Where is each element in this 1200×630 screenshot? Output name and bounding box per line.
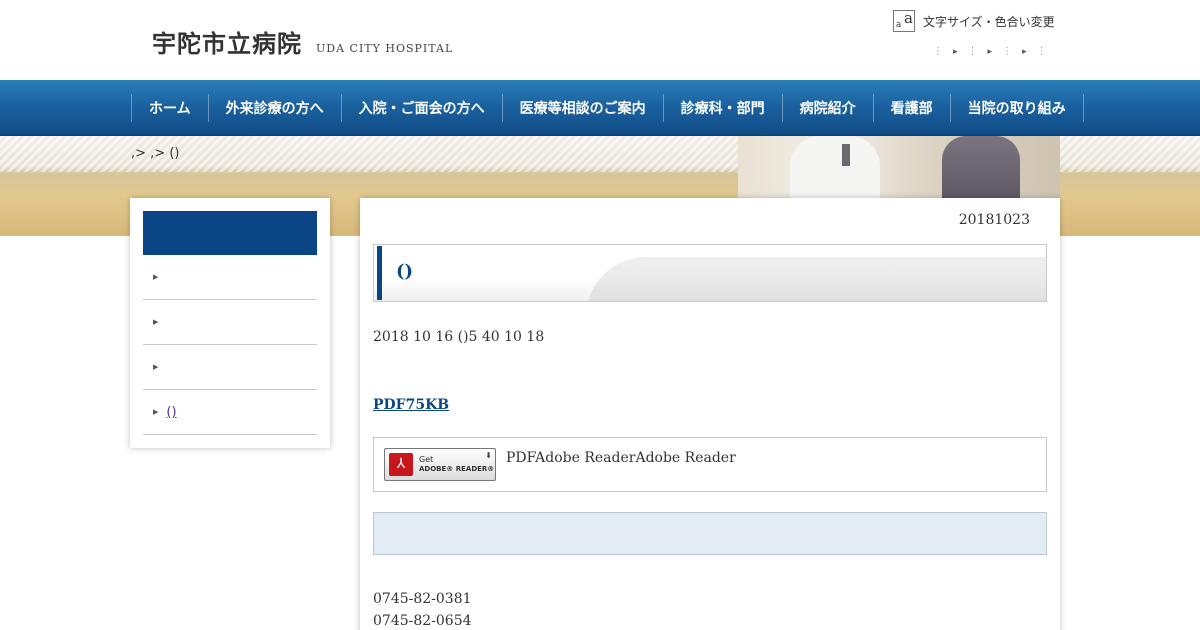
pdf-link[interactable]: PDF75KB (373, 397, 473, 413)
site-logo[interactable]: 宇陀市立病院 UDA CITY HOSPITAL (152, 24, 453, 59)
font-size-icon: aa (893, 9, 915, 32)
body-text: 2018 10 16 ()5 40 10 18 (373, 329, 545, 345)
info-box (373, 512, 1047, 555)
fax-number: 0745-82-0654 (373, 613, 472, 629)
divider: ⋮ (1036, 46, 1047, 57)
sidebar-item-3[interactable]: ▶ (143, 345, 317, 390)
global-nav: ホーム 外来診療の方へ 入院・ご面会の方へ 医療等相談のご案内 診療科・部門 病… (0, 80, 1200, 136)
sidebar-item-label[interactable]: () (166, 405, 188, 420)
sidebar-list: ▶ ▶ ▶ ▶ () (143, 255, 317, 435)
main-content: 20181023 () 2018 10 16 ()5 40 10 18 PDF7… (360, 198, 1060, 630)
divider: ⋮ (1002, 46, 1013, 57)
doctor-figure (790, 136, 880, 198)
title-accent-bar (377, 246, 382, 300)
nav-item-about[interactable]: 病院紹介 (781, 94, 873, 122)
sidebar-item-2[interactable]: ▶ (143, 300, 317, 345)
contact-numbers: 0745-82-0381 0745-82-0654 (373, 588, 472, 630)
arrow-right-icon: ▶ (153, 363, 159, 371)
get-adobe-reader-button[interactable]: ⅄ Get ADOBE® READER® ⬇ (384, 448, 496, 481)
nav-item-nursing[interactable]: 看護部 (872, 94, 950, 122)
logo-japanese: 宇陀市立病院 (152, 29, 302, 58)
page-title-box: () (373, 244, 1047, 302)
doctor-tie (842, 144, 850, 166)
adobe-pdf-icon: ⅄ (389, 453, 413, 476)
adobe-get-label: Get (419, 455, 434, 464)
post-date: 20181023 (958, 212, 1030, 228)
phone-number: 0745-82-0381 (373, 591, 472, 607)
nav-item-home[interactable]: ホーム (131, 94, 208, 122)
page-title: () (396, 261, 414, 282)
site-header: 宇陀市立病院 UDA CITY HOSPITAL aa 文字サイズ・色合い変更 … (0, 0, 1200, 80)
nav-item-outpatient[interactable]: 外来診療の方へ (207, 94, 341, 122)
adobe-reader-box: ⅄ Get ADOBE® READER® ⬇ PDFAdobe ReaderAd… (373, 437, 1047, 492)
sidebar-item-1[interactable]: ▶ (143, 255, 317, 300)
adobe-reader-text: PDFAdobe ReaderAdobe Reader (506, 450, 736, 466)
breadcrumb[interactable]: ,> ,> () (131, 146, 179, 161)
global-nav-list: ホーム 外来診療の方へ 入院・ご面会の方へ 医療等相談のご案内 診療科・部門 病… (131, 94, 1084, 122)
title-decoration (586, 257, 1046, 301)
nav-item-inpatient[interactable]: 入院・ご面会の方へ (340, 94, 502, 122)
arrow-right-icon: ▶ (153, 408, 159, 416)
sidebar-item-current[interactable]: ▶ () (143, 390, 317, 435)
nav-item-consultation[interactable]: 医療等相談のご案内 (501, 94, 663, 122)
arrow-right-icon: ▶ (153, 273, 159, 281)
utility-links: ⋮ ▸ ⋮ ▸ ⋮ ▸ ⋮ (933, 46, 1047, 57)
sidebar: ▶ ▶ ▶ ▶ () (130, 198, 330, 448)
font-size-label: 文字サイズ・色合い変更 (923, 14, 1055, 29)
utility-link-2[interactable]: ▸ (988, 47, 993, 57)
utility-link-3[interactable]: ▸ (1022, 47, 1027, 57)
font-size-color-link[interactable]: aa 文字サイズ・色合い変更 (893, 9, 1055, 32)
divider: ⋮ (933, 46, 943, 57)
nav-item-initiatives[interactable]: 当院の取り組み (949, 94, 1084, 122)
divider: ⋮ (967, 46, 978, 57)
logo-english: UDA CITY HOSPITAL (316, 42, 454, 55)
download-icon: ⬇ (485, 451, 492, 460)
patient-figure (942, 136, 1020, 198)
utility-link-1[interactable]: ▸ (953, 47, 958, 57)
arrow-right-icon: ▶ (153, 318, 159, 326)
adobe-reader-label: ADOBE® READER® (419, 465, 495, 473)
nav-item-departments[interactable]: 診療科・部門 (662, 94, 782, 122)
sidebar-heading (143, 211, 317, 255)
